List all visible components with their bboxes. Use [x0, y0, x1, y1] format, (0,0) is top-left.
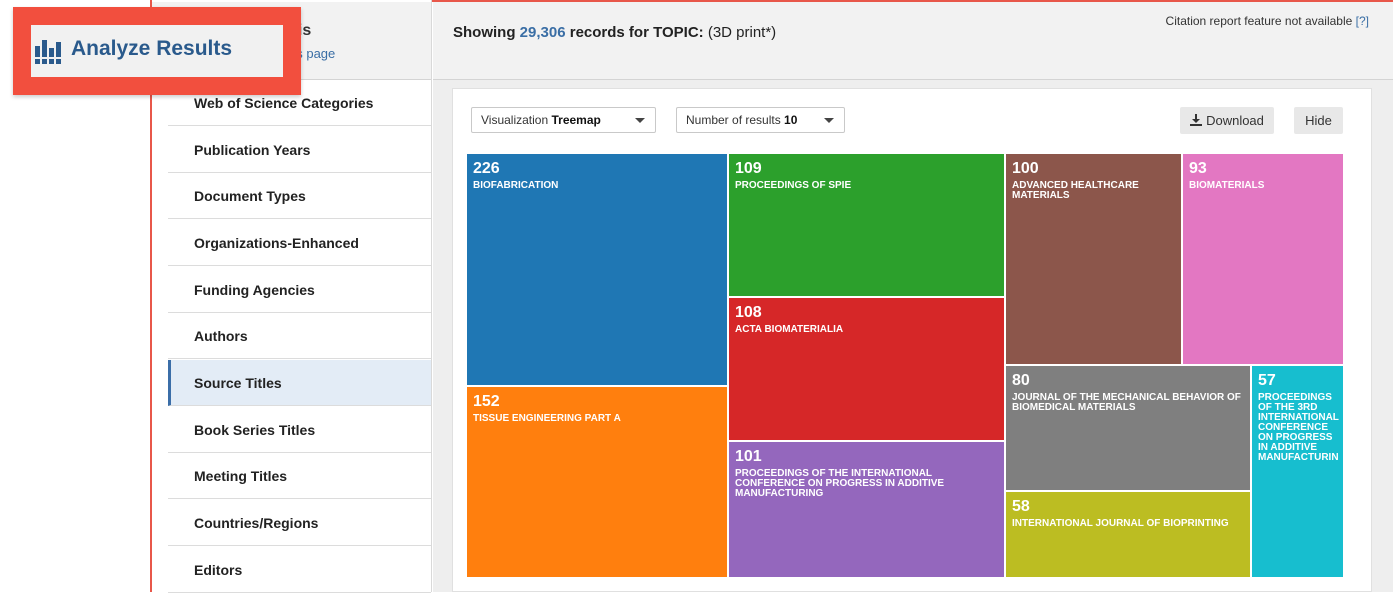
treemap-tile[interactable]: 100 ADVANCED HEALTHCARE MATERIALS: [1005, 153, 1182, 365]
treemap-tile[interactable]: 109 PROCEEDINGS OF SPIE: [728, 153, 1005, 297]
download-button[interactable]: Download: [1180, 107, 1274, 134]
number-of-results-select[interactable]: Number of results 10: [676, 107, 845, 133]
visualization-value: Treemap: [551, 113, 601, 127]
visualization-label: Visualization: [481, 113, 549, 127]
chevron-down-icon: [824, 118, 834, 123]
citation-help-link[interactable]: [?]: [1356, 14, 1369, 28]
bar-chart-icon: [35, 40, 61, 64]
treemap-tile[interactable]: 93 BIOMATERIALS: [1182, 153, 1344, 365]
results-value: 10: [784, 113, 798, 127]
visualization-panel: Visualization Treemap Number of results …: [452, 88, 1372, 592]
citation-note-text: Citation report feature not available: [1165, 14, 1353, 28]
treemap-tile-value: 109: [735, 160, 762, 177]
treemap-tile[interactable]: 152 TISSUE ENGINEERING PART A: [466, 386, 728, 578]
search-query: (3D print*): [707, 24, 777, 41]
chevron-down-icon: [635, 118, 645, 123]
treemap-tile-value: 101: [735, 448, 762, 465]
download-label: Download: [1206, 113, 1264, 128]
treemap-tile[interactable]: 101 PROCEEDINGS OF THE INTERNATIONAL CONF…: [728, 441, 1005, 578]
analyze-results-title: Analyze Results: [71, 37, 233, 60]
treemap-tile-value: 93: [1189, 160, 1207, 177]
treemap-tile-label: PROCEEDINGS OF THE INTERNATIONAL CONFERE…: [735, 468, 945, 499]
sidebar-item-book-series-titles[interactable]: Book Series Titles: [168, 407, 431, 453]
treemap-tile-label: PROCEEDINGS OF THE 3RD INTERNATIONAL CON…: [1258, 392, 1339, 463]
showing-middle: records for TOPIC:: [569, 24, 704, 41]
results-header: Showing 29,306 records for TOPIC: (3D pr…: [433, 2, 1393, 80]
sidebar-item-funding-agencies[interactable]: Funding Agencies: [168, 267, 431, 313]
treemap-tile-value: 152: [473, 393, 500, 410]
treemap-tile[interactable]: 58 INTERNATIONAL JOURNAL OF BIOPRINTING: [1005, 491, 1251, 578]
hide-button[interactable]: Hide: [1294, 107, 1343, 134]
record-count: 29,306: [519, 24, 566, 41]
showing-prefix: Showing: [453, 24, 516, 41]
showing-records-line: Showing 29,306 records for TOPIC: (3D pr…: [453, 24, 776, 41]
treemap-tile-label: INTERNATIONAL JOURNAL OF BIOPRINTING: [1012, 518, 1229, 529]
treemap-tile[interactable]: 226 BIOFABRICATION: [466, 153, 728, 386]
results-label: Number of results: [686, 113, 781, 127]
download-icon: [1190, 114, 1203, 126]
treemap-tile-label: ACTA BIOMATERIALIA: [735, 324, 844, 335]
callout-label-box: Analyze Results: [31, 25, 283, 77]
sidebar-item-editors[interactable]: Editors: [168, 547, 431, 593]
treemap-tile-value: 108: [735, 304, 762, 321]
sidebar-item-document-types[interactable]: Document Types: [168, 173, 431, 219]
treemap-tile[interactable]: 57 PROCEEDINGS OF THE 3RD INTERNATIONAL C…: [1251, 365, 1344, 578]
citation-report-note: Citation report feature not available [?…: [1166, 14, 1369, 28]
treemap-tile-label: JOURNAL OF THE MECHANICAL BEHAVIOR OF BI…: [1012, 392, 1241, 413]
analyze-results-callout: Analyze Results: [13, 7, 301, 95]
treemap-tile-label: ADVANCED HEALTHCARE MATERIALS: [1012, 180, 1139, 201]
sidebar-item-authors[interactable]: Authors: [168, 313, 431, 359]
treemap-tile-value: 80: [1012, 372, 1030, 389]
treemap-tile-value: 226: [473, 160, 500, 177]
treemap-tile-value: 58: [1012, 498, 1030, 515]
treemap-tile-value: 57: [1258, 372, 1276, 389]
visualization-select[interactable]: Visualization Treemap: [471, 107, 656, 133]
sidebar-item-meeting-titles[interactable]: Meeting Titles: [168, 453, 431, 499]
treemap-tile-label: BIOFABRICATION: [473, 180, 559, 191]
sidebar-item-countries-regions[interactable]: Countries/Regions: [168, 500, 431, 546]
treemap-tile[interactable]: 80 JOURNAL OF THE MECHANICAL BEHAVIOR OF …: [1005, 365, 1251, 491]
treemap-tile[interactable]: 108 ACTA BIOMATERIALIA: [728, 297, 1005, 441]
treemap-tile-label: PROCEEDINGS OF SPIE: [735, 180, 852, 191]
sidebar-item-source-titles[interactable]: Source Titles: [168, 360, 431, 406]
sidebar-item-publication-years[interactable]: Publication Years: [168, 127, 431, 173]
source-titles-treemap: 226 BIOFABRICATION 152 TISSUE ENGINEERING P…: [466, 153, 1346, 578]
sidebar-item-organizations-enhanced[interactable]: Organizations-Enhanced: [168, 220, 431, 266]
results-body: Visualization Treemap Number of results …: [433, 80, 1393, 592]
treemap-tile-label: TISSUE ENGINEERING PART A: [473, 413, 621, 424]
treemap-tile-label: BIOMATERIALS: [1189, 180, 1265, 191]
treemap-tile-value: 100: [1012, 160, 1039, 177]
